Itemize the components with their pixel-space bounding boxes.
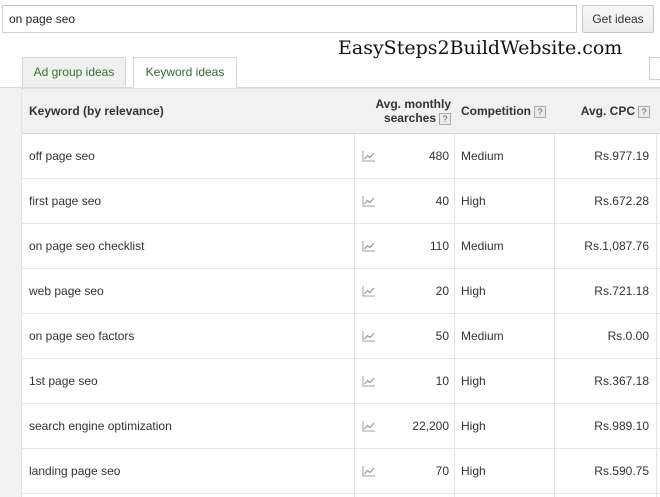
header-searches-line2: searches?: [359, 111, 451, 125]
avg-monthly-searches-cell: 22,200: [412, 419, 449, 433]
keyword-cell[interactable]: on page seo checklist: [29, 224, 144, 268]
competition-cell: Medium: [461, 329, 504, 343]
keyword-cell[interactable]: 1st page seo: [29, 359, 98, 403]
table-row: on page seo factors 50 Medium Rs.0.00: [22, 314, 660, 359]
help-icon[interactable]: ?: [534, 105, 546, 118]
watermark-text: EasySteps2BuildWebsite.com: [338, 37, 623, 59]
competition-cell: High: [461, 194, 486, 208]
avg-cpc-cell: Rs.0.00: [607, 329, 649, 343]
avg-monthly-searches-cell: 110: [429, 239, 449, 253]
avg-monthly-searches-cell: 40: [435, 194, 449, 208]
table-row: landing page seo 70 High Rs.590.75: [22, 449, 660, 494]
competition-cell: High: [461, 419, 486, 433]
table-row: off page seo 480 Medium Rs.977.19: [22, 134, 660, 179]
line-chart-icon[interactable]: [362, 359, 376, 403]
keyword-cell[interactable]: web page seo: [29, 269, 104, 313]
table-row: web page seo 20 High Rs.721.18: [22, 269, 660, 314]
avg-monthly-searches-cell: 70: [435, 464, 449, 478]
tab-ad-group-ideas[interactable]: Ad group ideas: [22, 57, 126, 88]
avg-cpc-cell: Rs.721.18: [594, 284, 649, 298]
competition-cell: High: [461, 464, 486, 478]
line-chart-icon[interactable]: [362, 224, 376, 268]
header-avg-cpc[interactable]: Avg. CPC?: [562, 104, 650, 118]
table-row: search engine optimization 22,200 High Rs.9…: [22, 404, 660, 449]
table-row: on page seo checklist 110 Medium Rs.1,087.7…: [22, 224, 660, 269]
get-ideas-button[interactable]: Get ideas: [582, 5, 654, 33]
competition-cell: Medium: [461, 149, 504, 163]
avg-cpc-cell: Rs.977.19: [594, 149, 649, 163]
line-chart-icon[interactable]: [362, 449, 376, 493]
avg-cpc-cell: Rs.672.28: [594, 194, 649, 208]
help-icon[interactable]: ?: [638, 105, 650, 118]
line-chart-icon[interactable]: [362, 179, 376, 223]
avg-cpc-cell: Rs.590.75: [594, 464, 649, 478]
competition-cell: High: [461, 374, 486, 388]
avg-monthly-searches-cell: 10: [435, 374, 449, 388]
header-keyword[interactable]: Keyword (by relevance): [29, 104, 164, 118]
line-chart-icon[interactable]: [362, 314, 376, 358]
keyword-cell[interactable]: first page seo: [29, 179, 101, 223]
tab-bar: Ad group ideas Keyword ideas: [0, 57, 660, 88]
avg-monthly-searches-cell: 20: [435, 284, 449, 298]
competition-cell: Medium: [461, 239, 504, 253]
avg-cpc-cell: Rs.367.18: [594, 374, 649, 388]
keyword-cell[interactable]: landing page seo: [29, 449, 120, 493]
toolbar-button-partial[interactable]: [649, 57, 660, 80]
avg-monthly-searches-cell: 480: [428, 149, 449, 163]
avg-monthly-searches-cell: 50: [435, 329, 449, 343]
table-row: first page seo 40 High Rs.672.28: [22, 179, 660, 224]
table-header: Keyword (by relevance) Avg. monthly sear…: [22, 88, 660, 134]
tab-keyword-ideas[interactable]: Keyword ideas: [133, 57, 237, 88]
left-gutter: [0, 88, 22, 497]
header-searches-line1: Avg. monthly: [375, 97, 451, 111]
header-avg-monthly-searches[interactable]: Avg. monthly searches?: [359, 97, 451, 125]
avg-cpc-cell: Rs.1,087.76: [584, 239, 649, 253]
help-icon[interactable]: ?: [439, 112, 451, 125]
keyword-cell[interactable]: off page seo: [29, 134, 95, 178]
search-input[interactable]: on page seo: [2, 5, 577, 33]
avg-cpc-cell: Rs.989.10: [594, 419, 649, 433]
keyword-cell[interactable]: search engine optimization: [29, 404, 172, 448]
line-chart-icon[interactable]: [362, 134, 376, 178]
line-chart-icon[interactable]: [362, 269, 376, 313]
line-chart-icon[interactable]: [362, 404, 376, 448]
search-bar: on page seo Get ideas: [0, 0, 660, 40]
table-row: 1st page seo 10 High Rs.367.18: [22, 359, 660, 404]
header-competition[interactable]: Competition?: [461, 104, 546, 118]
keyword-cell[interactable]: on page seo factors: [29, 314, 134, 358]
competition-cell: High: [461, 284, 486, 298]
